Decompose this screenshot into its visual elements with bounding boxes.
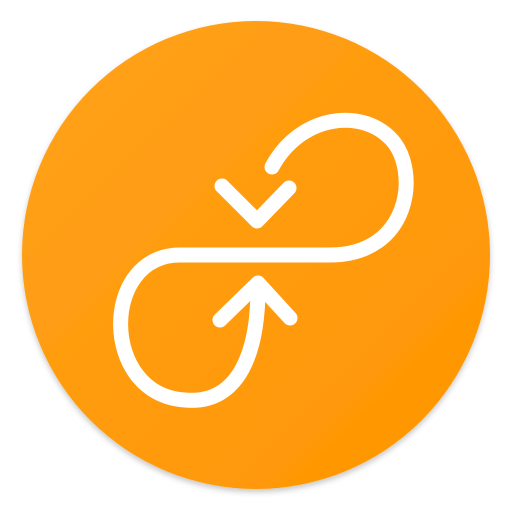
app-icon[interactable] — [0, 0, 512, 512]
